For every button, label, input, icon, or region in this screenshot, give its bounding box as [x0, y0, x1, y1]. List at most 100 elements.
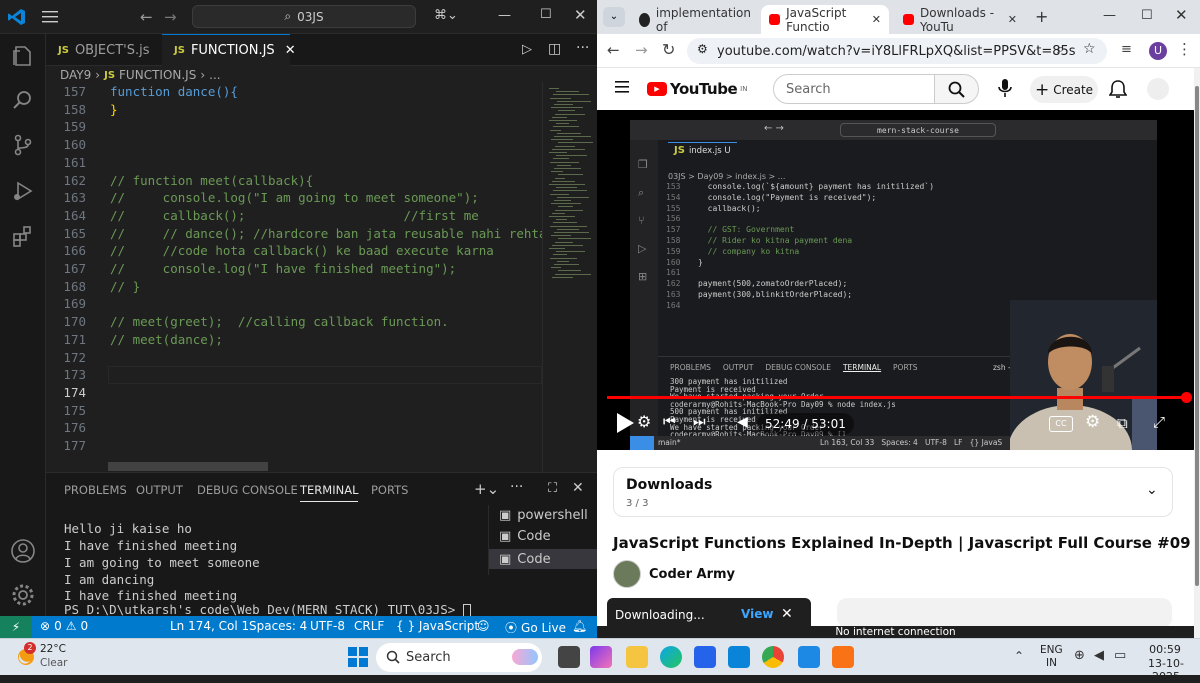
source-control-icon[interactable] [11, 133, 35, 157]
clock-time[interactable]: 00:59 [1140, 643, 1190, 656]
chrome-tab-1[interactable]: implementation of [631, 5, 759, 34]
extensions-icon[interactable] [11, 224, 35, 248]
tab-ports[interactable]: PORTS [371, 483, 408, 497]
maximize-panel-icon[interactable]: ⛶ [548, 481, 557, 496]
menu-dots-icon[interactable]: ⋮ [1177, 40, 1192, 58]
maximize-icon[interactable]: ☐ [1141, 8, 1153, 23]
go-live-button[interactable]: ⦿ Go Live [505, 619, 566, 636]
command-center[interactable]: ⌕ 03JS [192, 5, 416, 28]
description-box[interactable] [837, 598, 1172, 628]
line-ending[interactable]: CRLF [354, 619, 384, 633]
page-scrollbar[interactable] [1194, 68, 1200, 638]
forward-arrow-icon[interactable]: → [635, 41, 648, 59]
taskbar-search[interactable]: Search [376, 643, 542, 672]
media-icon[interactable]: ≡ [1121, 42, 1132, 57]
play-icon[interactable] [615, 412, 635, 434]
chrome-tab-2[interactable]: JavaScript Functio ✕ [761, 5, 889, 34]
bookmark-star-icon[interactable]: ☆ [1083, 41, 1096, 57]
region[interactable]: IN [1046, 657, 1057, 669]
settings-gear-icon[interactable]: ⚙ [637, 412, 651, 431]
horizontal-scrollbar[interactable] [108, 462, 268, 471]
tab-output[interactable]: OUTPUT [136, 483, 183, 497]
menu-icon[interactable] [615, 81, 629, 93]
avatar[interactable] [1147, 78, 1169, 100]
downloads-panel[interactable]: Downloads 3 / 3 ⌄ [613, 467, 1173, 517]
tab-problems[interactable]: PROBLEMS [64, 483, 127, 497]
progress-bar[interactable] [607, 392, 1192, 403]
tab-terminal[interactable]: TERMINAL [300, 483, 359, 502]
network-icon[interactable]: ⊕ [1074, 648, 1085, 663]
close-icon[interactable]: ✕ [781, 606, 793, 622]
fullscreen-icon[interactable]: ⤢ [1153, 413, 1165, 431]
chevron-up-icon[interactable]: ⌃ [1014, 649, 1024, 663]
profile-avatar[interactable]: U [1149, 42, 1167, 60]
breadcrumb-folder[interactable]: DAY9 [60, 68, 91, 82]
task-view-icon[interactable] [558, 646, 580, 668]
language[interactable]: ENG [1040, 644, 1063, 656]
notepad-icon[interactable] [798, 646, 820, 668]
remote-icon[interactable]: ⚡ [0, 616, 32, 638]
microphone-icon[interactable] [997, 78, 1013, 98]
chrome-tab-3[interactable]: Downloads - YouTu ✕ [895, 5, 1025, 34]
copilot-icon[interactable]: ☺ [477, 619, 490, 633]
minimize-icon[interactable]: — [498, 8, 511, 23]
search-button[interactable] [935, 74, 979, 104]
address-bar[interactable]: ⚙ youtube.com/watch?v=iY8LlFRLpXQ&list=P… [687, 38, 1107, 64]
reader-icon[interactable] [832, 646, 854, 668]
bell-icon[interactable]: 🔔︎ [572, 619, 587, 633]
previous-icon[interactable]: ⏮ [663, 414, 676, 430]
close-tab-icon[interactable]: ✕ [872, 13, 881, 26]
battery-icon[interactable]: ▭ [1114, 648, 1126, 663]
youtube-logo[interactable]: ▶ YouTube IN [647, 80, 747, 98]
gear-icon[interactable] [10, 582, 36, 608]
create-button[interactable]: + Create [1030, 76, 1098, 103]
minimize-icon[interactable]: — [1103, 8, 1116, 23]
menu-icon[interactable] [42, 10, 58, 23]
chrome-icon[interactable] [762, 646, 784, 668]
chevron-down-icon[interactable]: ⌄ [1146, 482, 1158, 498]
new-tab-icon[interactable]: + [1035, 7, 1048, 26]
minimap[interactable] [542, 82, 597, 472]
settings-icon[interactable]: ⚙ [1085, 412, 1100, 432]
search-input[interactable]: Search [773, 74, 935, 104]
store-icon[interactable] [694, 646, 716, 668]
terminal-item-code-active[interactable]: ▣ Code [489, 549, 598, 569]
tab-function[interactable]: JS FUNCTION.JS ✕ [162, 34, 296, 66]
tab-objects[interactable]: JS OBJECT'S.js [46, 34, 160, 66]
account-icon[interactable] [10, 538, 36, 564]
edge-icon[interactable] [660, 646, 682, 668]
terminal-item-powershell[interactable]: ▣ powershell [499, 508, 588, 523]
run-debug-icon[interactable] [11, 179, 35, 203]
run-icon[interactable]: ▷ [522, 42, 532, 57]
more-actions-icon[interactable]: ··· [576, 40, 589, 56]
notifications-icon[interactable] [1109, 79, 1127, 99]
next-icon[interactable]: ⏭ [693, 414, 706, 430]
tab-search-icon[interactable]: ⌄ [603, 7, 625, 27]
close-icon[interactable]: ✕ [574, 6, 587, 24]
video-player[interactable]: ← → mern-stack-course ❐ ⌕ ⑂ ▷ ⊞ JS index.… [597, 110, 1194, 450]
language-mode[interactable]: { } JavaScript [396, 619, 479, 633]
file-explorer-icon[interactable] [626, 646, 648, 668]
close-tab-icon[interactable]: ✕ [285, 43, 296, 58]
back-arrow-icon[interactable]: ← [140, 8, 153, 26]
terminal-item-code[interactable]: ▣ Code [499, 529, 551, 544]
close-panel-icon[interactable]: ✕ [572, 480, 584, 496]
encoding[interactable]: UTF-8 [310, 619, 345, 633]
reload-icon[interactable]: ↻ [662, 40, 675, 59]
channel-name[interactable]: Coder Army [649, 567, 735, 582]
breadcrumb-file[interactable]: FUNCTION.JS [119, 68, 196, 82]
cursor-position[interactable]: Ln 174, Col 1 [170, 619, 249, 633]
copilot-icon[interactable]: ⌘⌄ [434, 8, 458, 23]
explorer-icon[interactable] [11, 44, 35, 68]
maximize-icon[interactable]: ☐ [540, 7, 552, 22]
captions-icon[interactable]: CC [1049, 416, 1073, 432]
copilot-icon[interactable] [590, 646, 612, 668]
new-terminal-icon[interactable]: +⌄ [474, 480, 499, 498]
progress-knob[interactable] [1180, 392, 1192, 403]
search-icon[interactable] [11, 88, 35, 112]
clock-date[interactable]: 13-10-2025 [1136, 657, 1196, 683]
breadcrumb-more[interactable]: ... [209, 68, 220, 82]
problems-status[interactable]: ⊗ 0 ⚠ 0 [40, 619, 88, 633]
tab-debug-console[interactable]: DEBUG CONSOLE [197, 483, 298, 497]
code-editor[interactable]: 157 function dance(){158} 159 160 161 162 // f… [46, 82, 542, 472]
